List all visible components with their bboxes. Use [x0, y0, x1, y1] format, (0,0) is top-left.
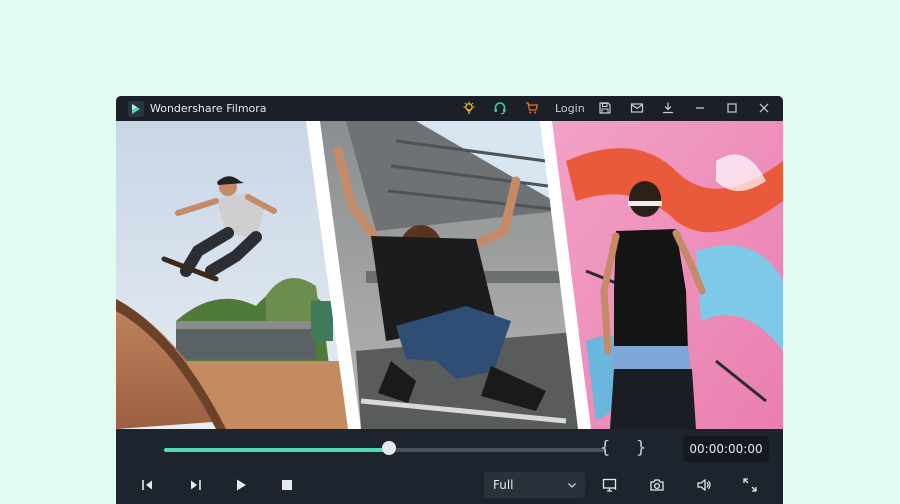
previous-frame-icon[interactable]	[139, 476, 157, 494]
title-bar: Wondershare Filmora Login	[116, 96, 783, 121]
progress-fill	[164, 448, 390, 452]
headset-icon[interactable]	[492, 100, 508, 116]
mark-out-button[interactable]: }	[636, 438, 646, 458]
snapshot-icon[interactable]	[648, 476, 666, 494]
login-link[interactable]: Login	[555, 102, 585, 115]
next-frame-icon[interactable]	[186, 476, 204, 494]
maximize-icon[interactable]	[724, 100, 740, 116]
minimize-icon[interactable]	[692, 100, 708, 116]
stop-icon[interactable]	[278, 476, 296, 494]
progress-handle[interactable]	[382, 441, 397, 455]
player-controls: { } 00:00:00:00 Full	[116, 429, 783, 504]
zoom-select-value: Full	[493, 478, 514, 492]
cart-icon[interactable]	[524, 100, 540, 116]
chevron-down-icon	[568, 483, 576, 488]
mail-icon[interactable]	[629, 100, 645, 116]
display-icon[interactable]	[601, 476, 619, 494]
volume-icon[interactable]	[695, 476, 713, 494]
save-icon[interactable]	[597, 100, 613, 116]
timecode-display: 00:00:00:00	[683, 436, 769, 462]
play-icon[interactable]	[232, 476, 250, 494]
zoom-select[interactable]: Full	[484, 472, 585, 498]
man-with-graffiti-wall-photo	[552, 121, 783, 429]
download-icon[interactable]	[660, 100, 676, 116]
filmora-logo-icon	[128, 101, 144, 117]
video-preview[interactable]	[116, 121, 783, 429]
bulb-icon[interactable]	[461, 100, 477, 116]
close-icon[interactable]	[756, 100, 772, 116]
window-title: Wondershare Filmora	[150, 102, 267, 115]
fullscreen-icon[interactable]	[741, 476, 759, 494]
filmora-window: Wondershare Filmora Login {} 00:00:00:0…	[116, 96, 783, 504]
mark-in-button[interactable]: {	[600, 438, 610, 458]
